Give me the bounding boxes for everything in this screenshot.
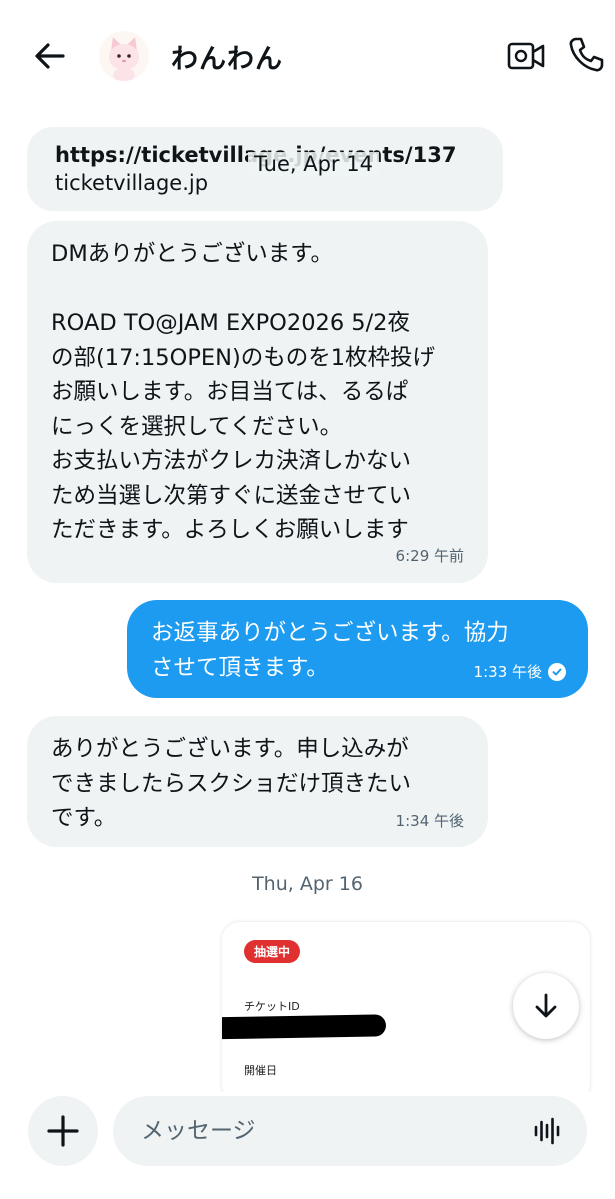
- voice-message-button[interactable]: [529, 1112, 565, 1150]
- ticket-id-label: チケットID: [244, 1000, 300, 1013]
- message-incoming[interactable]: DMありがとうございます。 ROAD TO@JAM EXPO2026 5/2夜 …: [27, 221, 488, 583]
- status-badge: 抽選中: [244, 940, 301, 963]
- message-incoming[interactable]: ありがとうございます。申し込みが できましたらスクショだけ頂きたい です。 1:…: [27, 716, 488, 847]
- message-time: 1:33 午後: [473, 663, 542, 681]
- plus-icon: [47, 1115, 79, 1147]
- cat-plush-avatar-icon: [99, 31, 149, 81]
- message-input[interactable]: [113, 1096, 587, 1166]
- message-time-row: 1:33 午後: [474, 661, 566, 682]
- message-time: 6:29 午前: [395, 547, 464, 565]
- scroll-to-bottom-button[interactable]: [513, 973, 579, 1039]
- event-date-label: 開催日: [244, 1064, 277, 1077]
- voice-call-button[interactable]: [566, 35, 606, 75]
- message-text: DMありがとうございます。 ROAD TO@JAM EXPO2026 5/2夜 …: [51, 241, 436, 543]
- voice-wave-icon: [534, 1117, 560, 1145]
- video-camera-icon: [507, 42, 545, 70]
- video-call-button[interactable]: [506, 38, 546, 74]
- composer: [0, 1092, 615, 1199]
- message-outgoing[interactable]: お返事ありがとうございます。協力 させて頂きます。 1:33 午後: [127, 600, 588, 698]
- back-button[interactable]: [30, 36, 70, 76]
- chat-header: わんわん: [0, 0, 615, 112]
- add-attachment-button[interactable]: [28, 1096, 98, 1166]
- redaction-mark: [222, 1014, 387, 1040]
- contact-name[interactable]: わんわん: [171, 37, 283, 76]
- message-time: 1:34 午後: [395, 812, 464, 830]
- date-overlay: Tue, Apr 14: [248, 152, 379, 176]
- read-check-icon: [548, 662, 566, 681]
- avatar[interactable]: [99, 31, 149, 81]
- arrow-left-icon: [35, 43, 65, 69]
- arrow-down-icon: [535, 993, 557, 1018]
- date-separator: Thu, Apr 16: [252, 873, 363, 895]
- phone-icon: [569, 37, 604, 72]
